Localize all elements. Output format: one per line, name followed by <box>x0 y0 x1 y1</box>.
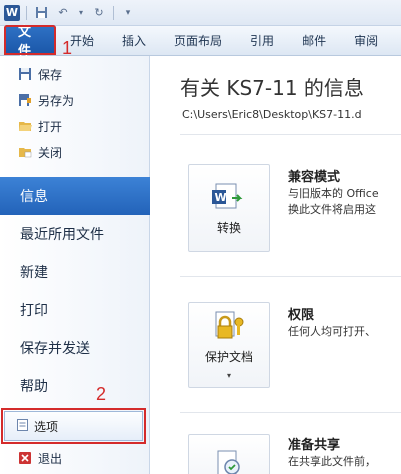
nav-open[interactable]: 打开 <box>0 113 149 139</box>
divider <box>180 276 401 277</box>
tab-mailings[interactable]: 邮件 <box>288 25 340 55</box>
backstage-nav: 保存 另存为 打开 关闭 信息 最近所用文件 新建 打印 保存并发送 帮助 选项… <box>0 56 167 474</box>
tab-references[interactable]: 引用 <box>236 25 288 55</box>
nav-save-as[interactable]: 另存为 <box>0 87 149 113</box>
prepare-sharing-title: 准备共享 <box>288 438 341 453</box>
undo-icon[interactable]: ↶ <box>55 5 71 21</box>
nav-save[interactable]: 保存 <box>0 61 149 87</box>
prepare-sharing-desc: 在共享此文件前， <box>288 455 376 468</box>
save-icon[interactable] <box>33 5 49 21</box>
folder-open-icon <box>18 119 32 133</box>
tab-page-layout[interactable]: 页面布局 <box>160 25 236 55</box>
permissions-title: 权限 <box>288 308 315 323</box>
compat-mode-desc: 与旧版本的 Office <box>288 187 379 200</box>
dropdown-arrow-icon: ▾ <box>226 371 231 380</box>
convert-button[interactable]: W 转换 <box>188 164 270 252</box>
folder-close-icon <box>18 145 32 159</box>
quick-access-toolbar: W ↶ ▾ ↻ ▾ <box>0 0 401 26</box>
nav-label: 退出 <box>38 451 63 466</box>
compat-mode-desc-2: 换此文件将启用这 <box>288 203 376 216</box>
dropdown-arrow-icon[interactable]: ▾ <box>77 5 85 21</box>
nav-save-send[interactable]: 保存并发送 <box>0 329 149 367</box>
nav-close[interactable]: 关闭 <box>0 139 149 165</box>
nav-label: 另存为 <box>38 93 75 108</box>
nav-info[interactable]: 信息 <box>0 177 167 215</box>
nav-exit[interactable]: 退出 <box>0 445 149 471</box>
inspect-document-icon <box>211 448 247 474</box>
info-pane: 有关 KS7-11 的信息 C:\Users\Eric8\Desktop\KS7… <box>150 56 401 474</box>
tab-insert[interactable]: 插入 <box>108 25 160 55</box>
permissions-desc: 任何人均可打开、 <box>288 325 376 338</box>
protect-document-button[interactable]: 保护文档 ▾ <box>188 302 270 388</box>
file-path: C:\Users\Eric8\Desktop\KS7-11.d <box>182 108 362 121</box>
tab-review[interactable]: 审阅 <box>340 25 392 55</box>
svg-text:W: W <box>215 191 227 204</box>
customize-toolbar-icon[interactable]: ▾ <box>120 5 136 21</box>
divider <box>180 412 401 413</box>
nav-new[interactable]: 新建 <box>0 253 149 291</box>
convert-label: 转换 <box>216 220 241 235</box>
toolbar-separator <box>113 5 114 20</box>
toolbar-separator <box>26 5 27 20</box>
divider <box>180 134 401 135</box>
lock-key-icon <box>211 310 247 342</box>
nav-label: 打开 <box>38 119 63 134</box>
protect-document-label: 保护文档 <box>204 350 253 364</box>
compat-mode-title: 兼容模式 <box>288 170 341 185</box>
page-title: 有关 KS7-11 的信息 <box>180 76 364 100</box>
nav-help[interactable]: 帮助 <box>0 367 149 405</box>
nav-print[interactable]: 打印 <box>0 291 149 329</box>
tab-file[interactable]: 文件 <box>4 25 56 59</box>
ribbon-tabs: 文件 开始 插入 页面布局 引用 邮件 审阅 <box>0 25 401 59</box>
nav-label: 关闭 <box>38 145 63 160</box>
nav-recent[interactable]: 最近所用文件 <box>0 215 149 253</box>
nav-label: 选项 <box>34 419 59 434</box>
redo-icon[interactable]: ↻ <box>91 5 107 21</box>
nav-options[interactable]: 选项 <box>1 408 146 444</box>
convert-icon: W <box>211 181 247 213</box>
annotation-marker-2: 2 <box>96 384 107 404</box>
save-as-icon <box>18 93 32 107</box>
nav-label: 保存 <box>38 67 63 82</box>
exit-icon <box>18 451 32 465</box>
word-logo-icon[interactable]: W <box>4 4 20 21</box>
check-issues-button[interactable] <box>188 434 270 474</box>
options-icon <box>17 418 28 434</box>
save-icon <box>18 67 32 81</box>
